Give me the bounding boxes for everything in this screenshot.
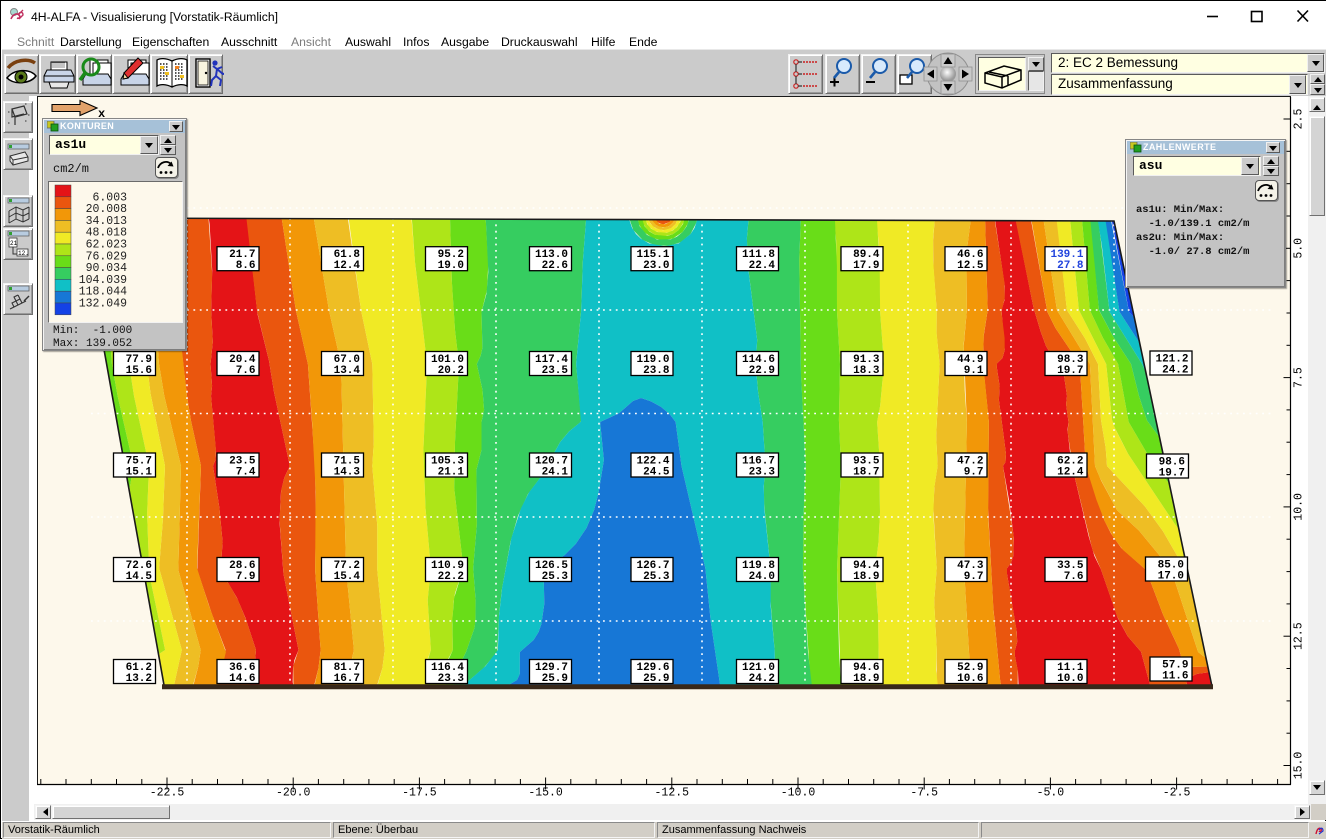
svg-text:-10.0: -10.0 [781, 787, 816, 800]
svg-text:18.3: 18.3 [853, 365, 880, 377]
svg-text:23.8: 23.8 [643, 365, 670, 377]
svg-text:24.1: 24.1 [542, 466, 569, 478]
svg-text:10.0: 10.0 [1293, 493, 1306, 521]
svg-text:132.049: 132.049 [79, 298, 127, 311]
svg-text:24.2: 24.2 [1162, 364, 1188, 376]
svg-text:15.6: 15.6 [126, 365, 152, 377]
svg-text:22.9: 22.9 [749, 365, 775, 377]
svg-text:8.6: 8.6 [236, 260, 256, 272]
svg-text:12.4: 12.4 [334, 260, 361, 272]
svg-text:18.9: 18.9 [853, 571, 879, 583]
svg-text:12.5: 12.5 [1293, 622, 1306, 650]
svg-text:19.7: 19.7 [1159, 467, 1185, 479]
svg-text:21.1: 21.1 [438, 466, 465, 478]
svg-text:22.2: 22.2 [438, 571, 464, 583]
svg-text:14.6: 14.6 [229, 673, 255, 685]
svg-text:11.6: 11.6 [1162, 670, 1188, 682]
svg-text:7.5: 7.5 [1293, 367, 1306, 388]
svg-text:17.9: 17.9 [853, 260, 879, 272]
svg-text:13.4: 13.4 [334, 365, 361, 377]
svg-text:15.4: 15.4 [334, 571, 361, 583]
svg-text:10.6: 10.6 [957, 673, 983, 685]
svg-text:25.3: 25.3 [643, 571, 670, 583]
svg-text:19.0: 19.0 [438, 260, 464, 272]
svg-text:12.5: 12.5 [957, 260, 984, 272]
svg-text:22.6: 22.6 [542, 260, 568, 272]
svg-text:7.9: 7.9 [236, 571, 256, 583]
svg-text:24.0: 24.0 [749, 571, 775, 583]
svg-text:14.3: 14.3 [334, 466, 361, 478]
svg-text:-22.5: -22.5 [150, 787, 185, 800]
svg-text:25.9: 25.9 [643, 673, 669, 685]
svg-text:22.4: 22.4 [749, 260, 776, 272]
svg-text:-20.0: -20.0 [276, 787, 311, 800]
svg-text:-17.5: -17.5 [402, 787, 437, 800]
svg-text:25.3: 25.3 [542, 571, 569, 583]
svg-text:23.5: 23.5 [542, 365, 569, 377]
svg-text:7.6: 7.6 [236, 365, 256, 377]
svg-text:7.4: 7.4 [236, 466, 256, 478]
svg-text:15.0: 15.0 [1293, 752, 1306, 780]
svg-text:14.5: 14.5 [126, 571, 153, 583]
svg-text:16.7: 16.7 [334, 673, 360, 685]
svg-text:9.1: 9.1 [964, 365, 984, 377]
svg-text:23.0: 23.0 [643, 260, 669, 272]
svg-text:20.2: 20.2 [438, 365, 464, 377]
svg-text:-2.5: -2.5 [1163, 787, 1191, 800]
svg-text:25.9: 25.9 [542, 673, 568, 685]
svg-text:2.5: 2.5 [1293, 109, 1306, 130]
svg-text:18.7: 18.7 [853, 466, 879, 478]
svg-text:19.7: 19.7 [1057, 365, 1083, 377]
svg-text:-12.5: -12.5 [655, 787, 690, 800]
svg-text:12.4: 12.4 [1057, 466, 1084, 478]
svg-text:9.7: 9.7 [964, 571, 984, 583]
svg-text:17.0: 17.0 [1158, 570, 1184, 582]
svg-text:18.9: 18.9 [853, 673, 879, 685]
svg-text:5.0: 5.0 [1293, 238, 1306, 259]
svg-text:23.3: 23.3 [749, 466, 776, 478]
svg-text:15.1: 15.1 [126, 466, 153, 478]
svg-text:27.8: 27.8 [1057, 260, 1084, 272]
svg-text:-15.0: -15.0 [528, 787, 563, 800]
svg-text:13.2: 13.2 [126, 673, 152, 685]
svg-text:-5.0: -5.0 [1037, 787, 1065, 800]
svg-text:-7.5: -7.5 [910, 787, 938, 800]
svg-text:10.0: 10.0 [1057, 673, 1083, 685]
svg-text:9.7: 9.7 [964, 466, 984, 478]
svg-text:7.6: 7.6 [1064, 571, 1084, 583]
svg-text:23.3: 23.3 [438, 673, 465, 685]
svg-text:24.5: 24.5 [643, 466, 670, 478]
svg-text:24.2: 24.2 [749, 673, 775, 685]
